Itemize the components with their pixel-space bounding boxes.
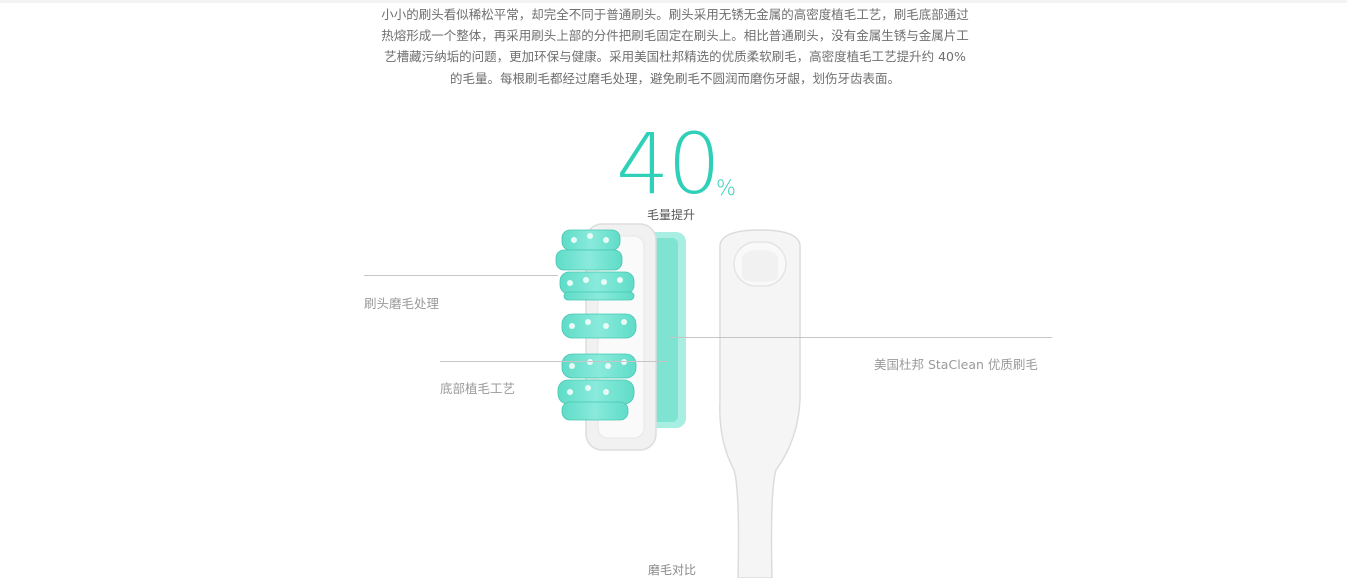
callout-line-left-bottom xyxy=(440,361,668,362)
toothbrush-illustration xyxy=(555,223,801,578)
brush-body xyxy=(719,229,801,578)
callout-base-tufting: 底部植毛工艺 xyxy=(440,381,516,396)
callout-line-right xyxy=(670,337,1052,338)
callout-bristle-polishing: 刷头磨毛处理 xyxy=(364,296,440,311)
comparison-label: 磨毛对比 xyxy=(648,563,697,577)
callout-line-left-top xyxy=(364,275,558,276)
callout-dupont-bristles: 美国杜邦 StaClean 优质刷毛 xyxy=(874,357,1038,372)
